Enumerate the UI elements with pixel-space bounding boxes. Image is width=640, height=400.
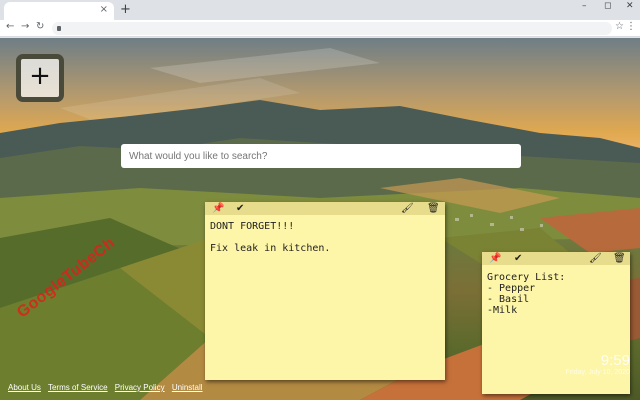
new-tab-icon[interactable]: + xyxy=(120,2,131,17)
note-text[interactable]: DONT FORGET!!! Fix leak in kitchen. xyxy=(210,221,330,254)
clock-date: Friday, July 10, 2020 xyxy=(565,369,630,376)
menu-icon[interactable]: ⋮ xyxy=(626,21,636,32)
close-window-icon[interactable]: ✕ xyxy=(626,1,634,11)
forward-icon[interactable]: → xyxy=(21,21,29,32)
maximize-icon[interactable]: ◻ xyxy=(604,1,611,11)
browser-tab[interactable]: × xyxy=(4,2,114,20)
brush-icon[interactable]: 🖌 xyxy=(401,202,414,215)
privacy-link[interactable]: Privacy Policy xyxy=(115,383,165,392)
pin-icon[interactable]: 📌 xyxy=(489,252,501,265)
reload-icon[interactable]: ↻ xyxy=(36,21,44,32)
sticky-note[interactable]: 📌 ✔ 🖌 🗑 DONT FORGET!!! Fix leak in kitch… xyxy=(205,202,445,380)
search-input[interactable] xyxy=(121,144,521,168)
minimize-icon[interactable]: – xyxy=(582,1,587,11)
check-icon[interactable]: ✔ xyxy=(236,202,244,215)
terms-link[interactable]: Terms of Service xyxy=(48,383,108,392)
note-toolbar: 📌 ✔ 🖌 🗑 xyxy=(205,202,445,215)
brush-icon[interactable]: 🖌 xyxy=(589,252,602,265)
tab-close-icon[interactable]: × xyxy=(100,4,108,15)
browser-toolbar: ← → ↻ ☆ ⋮ xyxy=(0,20,640,37)
tab-strip: × + – ◻ ✕ xyxy=(0,0,640,20)
add-note-button[interactable]: + xyxy=(16,54,64,102)
note-toolbar: 📌 ✔ 🖌 🗑 xyxy=(482,252,630,265)
trash-icon[interactable]: 🗑 xyxy=(613,252,626,265)
about-link[interactable]: About Us xyxy=(8,383,41,392)
uninstall-link[interactable]: Uninstall xyxy=(172,383,203,392)
new-tab-page: + 📌 ✔ 🖌 🗑 DONT FORGET!!! Fix leak in kit… xyxy=(0,38,640,400)
check-icon[interactable]: ✔ xyxy=(514,252,522,265)
note-text[interactable]: Grocery List: - Pepper - Basil -Milk xyxy=(487,272,565,316)
pin-icon[interactable]: 📌 xyxy=(212,202,224,215)
back-icon[interactable]: ← xyxy=(6,21,14,32)
trash-icon[interactable]: 🗑 xyxy=(427,202,440,215)
footer-links: About Us Terms of Service Privacy Policy… xyxy=(8,383,208,392)
bookmark-star-icon[interactable]: ☆ xyxy=(615,21,624,32)
clock-time: 9:59 xyxy=(600,352,630,369)
address-bar[interactable] xyxy=(52,22,612,35)
site-info-icon[interactable] xyxy=(57,26,61,31)
